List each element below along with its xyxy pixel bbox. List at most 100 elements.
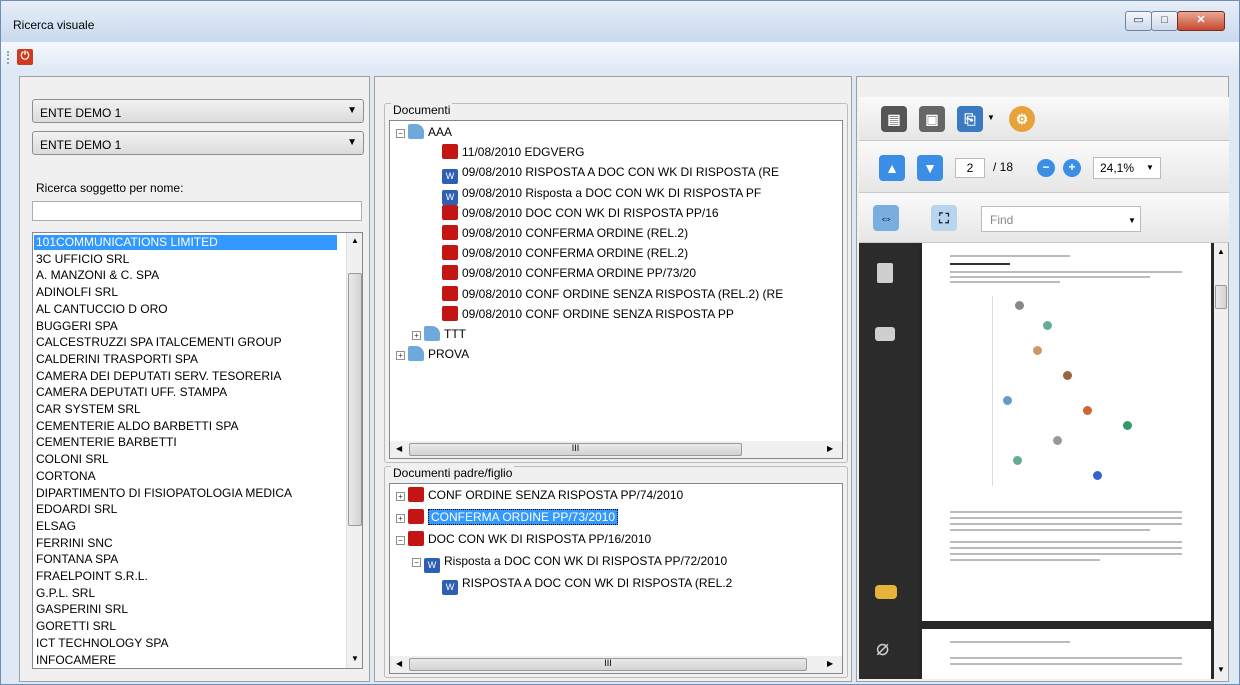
subject-list-item[interactable]: CALDERINI TRASPORTI SPA	[36, 352, 198, 367]
list-scroll-thumb[interactable]	[348, 273, 362, 526]
binoculars-icon[interactable]	[875, 327, 895, 341]
scroll-left-icon[interactable]: ◀	[396, 659, 402, 668]
subject-list-item[interactable]: CEMENTERIE BARBETTI	[36, 435, 177, 450]
subject-list-item[interactable]: CORTONA	[36, 469, 96, 484]
tree-node[interactable]: 09/08/2010 CONF ORDINE SENZA RISPOSTA PP	[442, 305, 734, 323]
entity-combo-1[interactable]: ENTE DEMO 1 ▼	[32, 99, 364, 123]
collapse-icon[interactable]: −	[396, 129, 405, 138]
close-button[interactable]: ✕	[1177, 11, 1225, 31]
pdf-document-area[interactable]: ⌀	[859, 243, 1214, 679]
parent-child-label: Documenti padre/figlio	[391, 466, 515, 480]
viewer-scroll-thumb[interactable]	[1215, 285, 1227, 309]
tree-node[interactable]: W 09/08/2010 RISPOSTA A DOC CON WK DI RIS…	[442, 163, 779, 185]
tree-node[interactable]: − AAA	[396, 123, 452, 141]
collapse-icon[interactable]: −	[396, 536, 405, 545]
collapse-icon[interactable]: −	[412, 558, 421, 567]
tree-node[interactable]: + CONF ORDINE SENZA RISPOSTA PP/74/2010	[396, 486, 683, 504]
documents-hscroll-thumb[interactable]: III	[409, 443, 742, 456]
next-page-icon[interactable]: ▼	[917, 155, 943, 181]
comments-icon[interactable]	[875, 585, 897, 599]
tree-node[interactable]: 11/08/2010 EDGVERG	[442, 143, 585, 161]
export-icon[interactable]: ⎘	[957, 106, 983, 132]
subject-list-item[interactable]: CEMENTERIE ALDO BARBETTI SPA	[36, 419, 239, 434]
tree-node[interactable]: − DOC CON WK DI RISPOSTA PP/16/2010	[396, 530, 651, 548]
close-icon: ✕	[1196, 14, 1206, 26]
viewer-scrollbar[interactable]: ▲ ▼	[1214, 243, 1228, 679]
scroll-left-icon[interactable]: ◀	[396, 444, 402, 453]
documents-hscrollbar[interactable]: ◀ III ▶	[390, 441, 842, 458]
expand-icon[interactable]: +	[396, 492, 405, 501]
page-text	[950, 559, 1100, 561]
subject-list[interactable]: 101COMMUNICATIONS LIMITED 3C UFFICIO SRL A…	[32, 232, 363, 669]
scroll-up-icon[interactable]: ▲	[351, 236, 359, 245]
scroll-right-icon[interactable]: ▶	[827, 659, 833, 668]
attachment-icon[interactable]: ⌀	[876, 635, 889, 661]
power-button[interactable]: ⏻	[17, 49, 33, 65]
tree-node[interactable]: − W Risposta a DOC CON WK DI RISPOSTA PP/7…	[412, 552, 727, 573]
tree-node-label: CONF ORDINE SENZA RISPOSTA PP/74/2010	[428, 488, 684, 502]
expand-icon[interactable]: +	[412, 331, 421, 340]
parent-child-hscrollbar[interactable]: ◀ III ▶	[390, 656, 842, 673]
subject-list-item[interactable]: COLONI SRL	[36, 452, 109, 467]
zoom-combo[interactable]: 24,1% ▼	[1093, 157, 1161, 179]
subject-list-item[interactable]: 3C UFFICIO SRL	[36, 252, 129, 267]
scroll-down-icon[interactable]: ▼	[1217, 665, 1225, 674]
word-file-icon: W	[442, 580, 458, 595]
subject-list-item[interactable]: INFOCAMERE	[36, 653, 116, 668]
subject-list-item[interactable]: ELSAG	[36, 519, 76, 534]
tree-node[interactable]: + TTT	[412, 325, 466, 343]
subject-list-item[interactable]: BUGGERI SPA	[36, 319, 118, 334]
subject-list-item[interactable]: FRAELPOINT S.R.L.	[36, 569, 148, 584]
settings-icon[interactable]: ⚙	[1009, 106, 1035, 132]
tree-node[interactable]: 09/08/2010 CONFERMA ORDINE PP/73/20	[442, 264, 696, 282]
tree-node[interactable]: 09/08/2010 CONF ORDINE SENZA RISPOSTA (R…	[442, 285, 783, 303]
scroll-right-icon[interactable]: ▶	[827, 444, 833, 453]
print-icon[interactable]: ▤	[881, 106, 907, 132]
parent-child-hscroll-thumb[interactable]: III	[409, 658, 807, 671]
subject-list-item[interactable]: CAMERA DEI DEPUTATI SERV. TESORERIA	[36, 369, 281, 384]
chevron-down-icon[interactable]: ▼	[987, 113, 995, 122]
list-scrollbar[interactable]: ▲ ▼	[346, 233, 362, 668]
tree-node[interactable]: 09/08/2010 DOC CON WK DI RISPOSTA PP/16	[442, 204, 719, 222]
subject-list-item[interactable]: ADINOLFI SRL	[36, 285, 118, 300]
scroll-up-icon[interactable]: ▲	[1217, 247, 1225, 256]
tree-node[interactable]: W RISPOSTA A DOC CON WK DI RISPOSTA (REL.…	[442, 574, 732, 595]
search-input[interactable]	[32, 201, 362, 221]
subject-list-item[interactable]: FONTANA SPA	[36, 552, 118, 567]
subject-list-item[interactable]: CALCESTRUZZI SPA ITALCEMENTI GROUP	[36, 335, 282, 350]
subject-list-item[interactable]: CAMERA DEPUTATI UFF. STAMPA	[36, 385, 227, 400]
subject-list-item[interactable]: G.P.L. SRL	[36, 586, 95, 601]
tree-node[interactable]: + CONFERMA ORDINE PP/73/2010	[396, 508, 619, 526]
find-field[interactable]: Find ▼	[981, 206, 1141, 232]
tree-node[interactable]: 09/08/2010 CONFERMA ORDINE (REL.2)	[442, 244, 688, 262]
scroll-down-icon[interactable]: ▼	[351, 654, 359, 663]
tree-node[interactable]: + PROVA	[396, 345, 469, 363]
fit-width-icon[interactable]: ⇔	[873, 205, 899, 231]
subject-list-item[interactable]: FERRINI SNC	[36, 536, 113, 551]
prev-page-icon[interactable]: ▲	[879, 155, 905, 181]
pages-icon[interactable]	[877, 263, 893, 283]
page-number-input[interactable]: 2	[955, 158, 985, 178]
expand-icon[interactable]: +	[396, 514, 405, 523]
documents-tree[interactable]: − AAA 11/08/2010 EDGVERG W 09/08/2010 RISPOS…	[389, 120, 843, 459]
subject-list-item[interactable]: EDOARDI SRL	[36, 502, 117, 517]
zoom-out-icon[interactable]: −	[1037, 159, 1055, 177]
subject-list-item[interactable]: AL CANTUCCIO D ORO	[36, 302, 168, 317]
tree-node[interactable]: W 09/08/2010 Risposta a DOC CON WK DI RIS…	[442, 184, 761, 205]
save-icon[interactable]: ▣	[919, 106, 945, 132]
subject-list-item[interactable]: CAR SYSTEM SRL	[36, 402, 141, 417]
subject-list-item[interactable]: DIPARTIMENTO DI FISIOPATOLOGIA MEDICA	[36, 486, 292, 501]
subject-list-item[interactable]: A. MANZONI & C. SPA	[36, 268, 159, 283]
subject-list-item[interactable]: GASPERINI SRL	[36, 602, 128, 617]
fit-page-icon[interactable]: ⛶	[931, 205, 957, 231]
tree-node[interactable]: 09/08/2010 CONFERMA ORDINE (REL.2)	[442, 224, 688, 242]
parent-child-tree[interactable]: + CONF ORDINE SENZA RISPOSTA PP/74/2010 + C…	[389, 483, 843, 674]
zoom-in-icon[interactable]: +	[1063, 159, 1081, 177]
minimize-button[interactable]: ▭	[1125, 11, 1152, 31]
subject-list-item[interactable]: 101COMMUNICATIONS LIMITED	[34, 235, 337, 250]
entity-combo-2[interactable]: ENTE DEMO 1 ▼	[32, 131, 364, 155]
expand-icon[interactable]: +	[396, 351, 405, 361]
maximize-button[interactable]: □	[1151, 11, 1178, 31]
subject-list-item[interactable]: ICT TECHNOLOGY SPA	[36, 636, 168, 651]
subject-list-item[interactable]: GORETTI SRL	[36, 619, 116, 634]
